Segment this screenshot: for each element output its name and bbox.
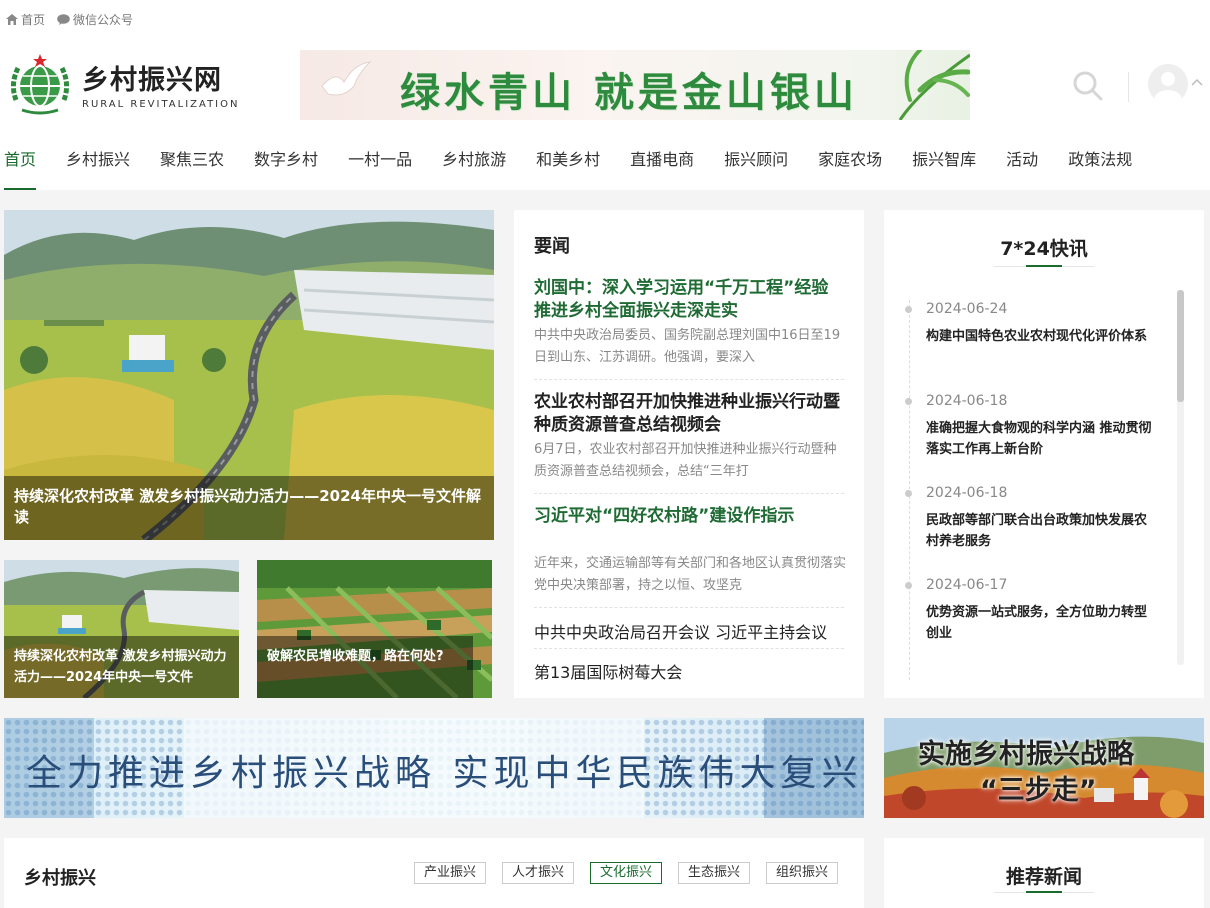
news-divider <box>534 379 844 380</box>
wechat-link[interactable]: 微信公众号 <box>57 11 133 28</box>
news-item-title[interactable]: 习近平对“四好农村路”建设作指示 <box>534 505 846 528</box>
slogan-banner-ad[interactable]: 全力推进乡村振兴战略 实现中华民族伟大复兴 <box>4 718 864 818</box>
tab-culture[interactable]: 文化振兴 <box>590 862 663 884</box>
nav-item-events[interactable]: 活动 <box>1006 138 1038 190</box>
timeline-dot <box>905 582 912 589</box>
timeline-dot <box>905 490 912 497</box>
section-title: 乡村振兴 <box>24 868 96 889</box>
main-nav: 首页 乡村振兴 聚焦三农 数字乡村 一村一品 乡村旅游 和美乡村 直播电商 振兴… <box>4 138 1162 190</box>
flash-scrollbar-thumb[interactable] <box>1177 290 1184 402</box>
tab-industry[interactable]: 产业振兴 <box>414 862 487 884</box>
flash-item-date: 2024-06-18 <box>926 485 1008 501</box>
nav-item-live-commerce[interactable]: 直播电商 <box>630 138 694 190</box>
tab-talent[interactable]: 人才振兴 <box>502 862 575 884</box>
thumbnail-card[interactable]: 破解农民增收难题，路在何处? <box>257 560 492 698</box>
dove-icon <box>321 61 372 96</box>
globe-emblem-icon <box>10 54 70 115</box>
nav-item-sannong[interactable]: 聚焦三农 <box>160 138 224 190</box>
nav-item-one-village-one-product[interactable]: 一村一品 <box>348 138 412 190</box>
nav-item-think-tank[interactable]: 振兴智库 <box>912 138 976 190</box>
flash-item-text[interactable]: 准确把握大食物观的科学内涵 推动贯彻落实工作再上新台阶 <box>926 418 1156 460</box>
flash-news-title: 7*24快讯 <box>1000 238 1088 260</box>
thumbnail-caption: 破解农民增收难题，路在何处? <box>257 636 473 698</box>
slogan-banner-text: 全力推进乡村振兴战略 实现中华民族伟大复兴 <box>26 753 863 794</box>
title-underline <box>994 891 1094 893</box>
flash-item-text[interactable]: 优势资源一站式服务，全方位助力转型创业 <box>926 602 1156 644</box>
nav-item-family-farm[interactable]: 家庭农场 <box>818 138 882 190</box>
logo-title: 乡村振兴网 <box>82 65 222 96</box>
top-links: 首页 微信公众号 <box>6 11 133 28</box>
news-item-summary: 近年来，交通运输部等有关部门和各地区认真贯彻落实党中央决策部署，持之以恒、攻坚克 <box>534 556 847 593</box>
header-divider <box>1128 72 1129 102</box>
user-icon <box>1154 72 1182 104</box>
home-icon <box>6 14 18 25</box>
three-steps-banner-line2: “三步走” <box>980 775 1097 806</box>
flash-item-date: 2024-06-17 <box>926 577 1008 593</box>
hero-caption: 持续深化农村改革 激发乡村振兴动力活力——2024年中央一号文件解读 <box>4 476 494 540</box>
nav-item-digital-village[interactable]: 数字乡村 <box>254 138 318 190</box>
wechat-icon <box>57 14 70 25</box>
recommended-news-panel: 推荐新闻 <box>884 838 1204 908</box>
nav-item-consultant[interactable]: 振兴顾问 <box>724 138 788 190</box>
thumbnail-caption: 持续深化农村改革 激发乡村振兴动力活力——2024年中央一号文件 <box>4 636 239 698</box>
nav-item-policy[interactable]: 政策法规 <box>1068 138 1132 190</box>
news-item-title[interactable]: 刘国中：深入学习运用“千万工程”经验 推进乡村全面振兴走深走实 <box>534 277 846 323</box>
nav-item-home[interactable]: 首页 <box>4 138 37 190</box>
nav-item-rural-tourism[interactable]: 乡村旅游 <box>442 138 506 190</box>
three-steps-banner-ad[interactable]: 实施乡村振兴战略 “三步走” <box>884 718 1204 818</box>
home-link[interactable]: 首页 <box>6 11 45 28</box>
recommended-news-title: 推荐新闻 <box>1005 866 1082 888</box>
header-banner-text: 绿水青山 就是金山银山 <box>400 69 858 116</box>
news-link[interactable]: 第13届国际树莓大会 <box>534 659 682 683</box>
logo-subtitle: RURAL REVITALIZATION <box>82 99 240 110</box>
news-divider <box>534 607 844 608</box>
thumbnail-card[interactable]: 持续深化农村改革 激发乡村振兴动力活力——2024年中央一号文件 <box>4 560 239 698</box>
headline-news-panel: 要闻 刘国中：深入学习运用“千万工程”经验 推进乡村全面振兴走深走实 中共中央政… <box>514 210 864 698</box>
hero-slide[interactable]: 持续深化农村改革 激发乡村振兴动力活力——2024年中央一号文件解读 <box>4 210 494 540</box>
tab-ecology[interactable]: 生态振兴 <box>678 862 751 884</box>
header-banner-ad[interactable]: 绿水青山 就是金山银山 <box>300 50 970 120</box>
flash-item-text[interactable]: 民政部等部门联合出台政策加快发展农村养老服务 <box>926 510 1156 552</box>
news-divider <box>534 493 844 494</box>
bamboo-icon <box>898 50 970 120</box>
news-divider <box>534 648 844 649</box>
flash-item-date: 2024-06-18 <box>926 393 1008 409</box>
chevron-up-icon[interactable] <box>1191 78 1203 86</box>
news-link[interactable]: 中共中央政治局召开会议 习近平主持会议 <box>534 619 827 643</box>
nav-item-rural-revitalization[interactable]: 乡村振兴 <box>66 138 130 190</box>
flash-item-date: 2024-06-24 <box>926 301 1008 317</box>
three-steps-banner-line1: 实施乡村振兴战略 <box>918 739 1134 770</box>
flash-item-text[interactable]: 构建中国特色农业农村现代化评价体系 <box>926 326 1156 347</box>
nav-item-harmonious-village[interactable]: 和美乡村 <box>536 138 600 190</box>
news-item-summary: 6月7日，农业农村部召开加快推进种业振兴行动暨种质资源普查总结视频会，总结“三年… <box>534 442 837 479</box>
search-icon[interactable] <box>1072 70 1104 102</box>
tab-organization[interactable]: 组织振兴 <box>766 862 839 884</box>
user-avatar[interactable] <box>1148 64 1188 104</box>
news-item-summary: 中共中央政治局委员、国务院副总理刘国中16日至19日到山东、江苏调研。他强调，要… <box>534 328 841 365</box>
title-underline <box>994 265 1094 267</box>
timeline-dot <box>905 398 912 405</box>
site-logo[interactable]: 乡村振兴网 RURAL REVITALIZATION <box>6 50 239 118</box>
headline-news-title: 要闻 <box>534 236 570 257</box>
timeline-dot <box>905 306 912 313</box>
news-item-title[interactable]: 农业农村部召开加快推进种业振兴行动暨种质资源普查总结视频会 <box>534 391 846 437</box>
